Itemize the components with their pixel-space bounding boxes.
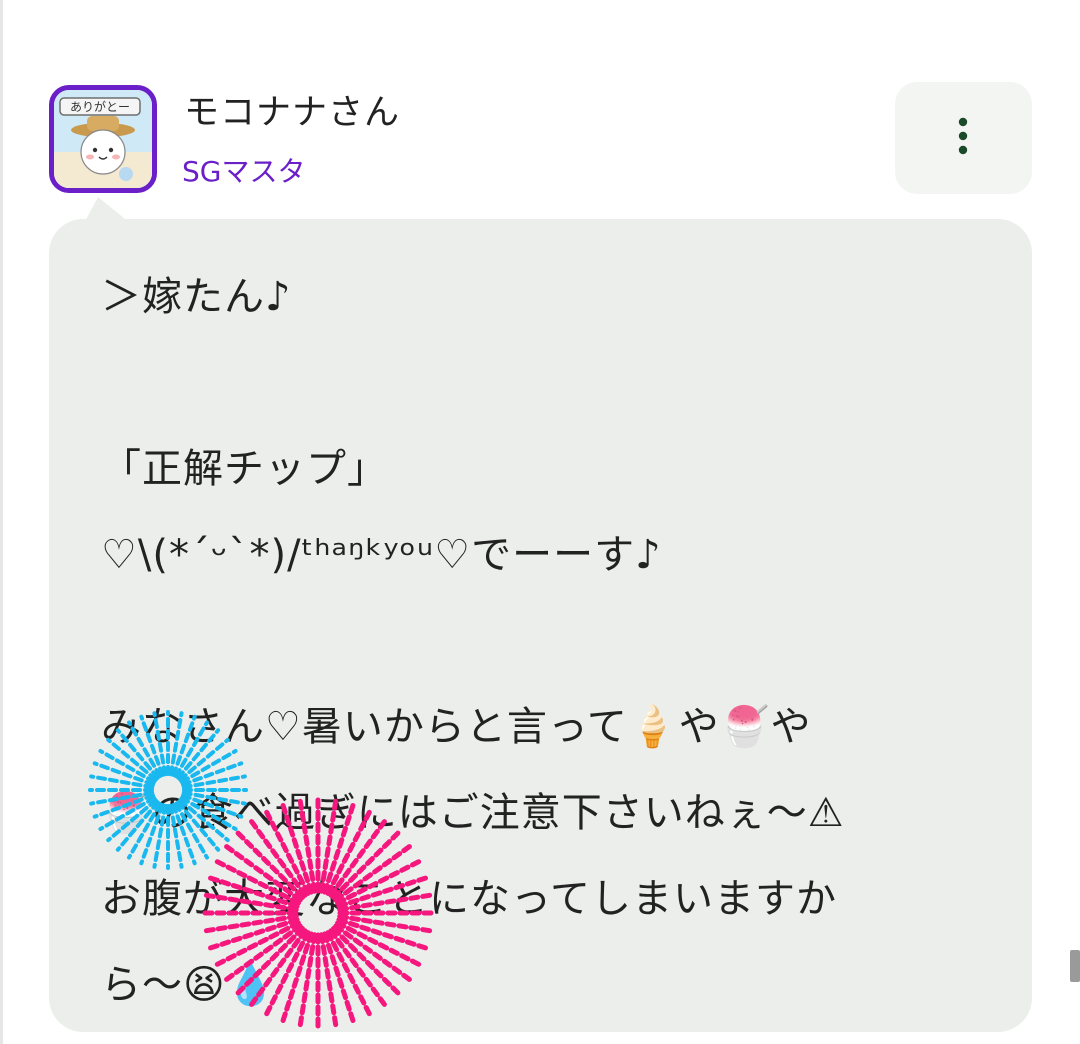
message-line: ら〜😫💧	[101, 962, 277, 1008]
hamster-hat-avatar-image: ありがとー	[54, 90, 152, 188]
message-line: ♡\(*´ᵕ`*)/ᵗʰᵃᵑᵏʸᵒᵘ♡でーーす♪	[101, 532, 662, 578]
more-vertical-icon	[958, 117, 968, 155]
scrollbar-thumb[interactable]	[1070, 950, 1080, 982]
author-rank-badge: SGマスタ	[182, 155, 306, 188]
message-line: ＞嫁たん♪	[101, 274, 292, 320]
author-name[interactable]: モコナナさん	[184, 84, 400, 135]
message-text: ＞嫁たん♪ 「正解チップ」 ♡\(*´ᵕ`*)/ᵗʰᵃᵑᵏʸᵒᵘ♡でーーす♪ み…	[101, 254, 981, 1028]
left-edge-line	[0, 0, 3, 1044]
svg-text:ありがとー: ありがとー	[70, 99, 130, 114]
author-avatar[interactable]: ありがとー	[49, 85, 157, 193]
message-line: みなさん♡暑いからと言って🍦や🍧や	[101, 704, 812, 750]
post-menu-button[interactable]	[895, 82, 1032, 194]
message-line: お腹が大変なことになってしまいますか	[101, 876, 837, 922]
message-line: 「正解チップ」	[101, 446, 388, 492]
message-line: 🍧の食べ過ぎにはご注意下さいねぇ〜⚠	[101, 790, 845, 836]
